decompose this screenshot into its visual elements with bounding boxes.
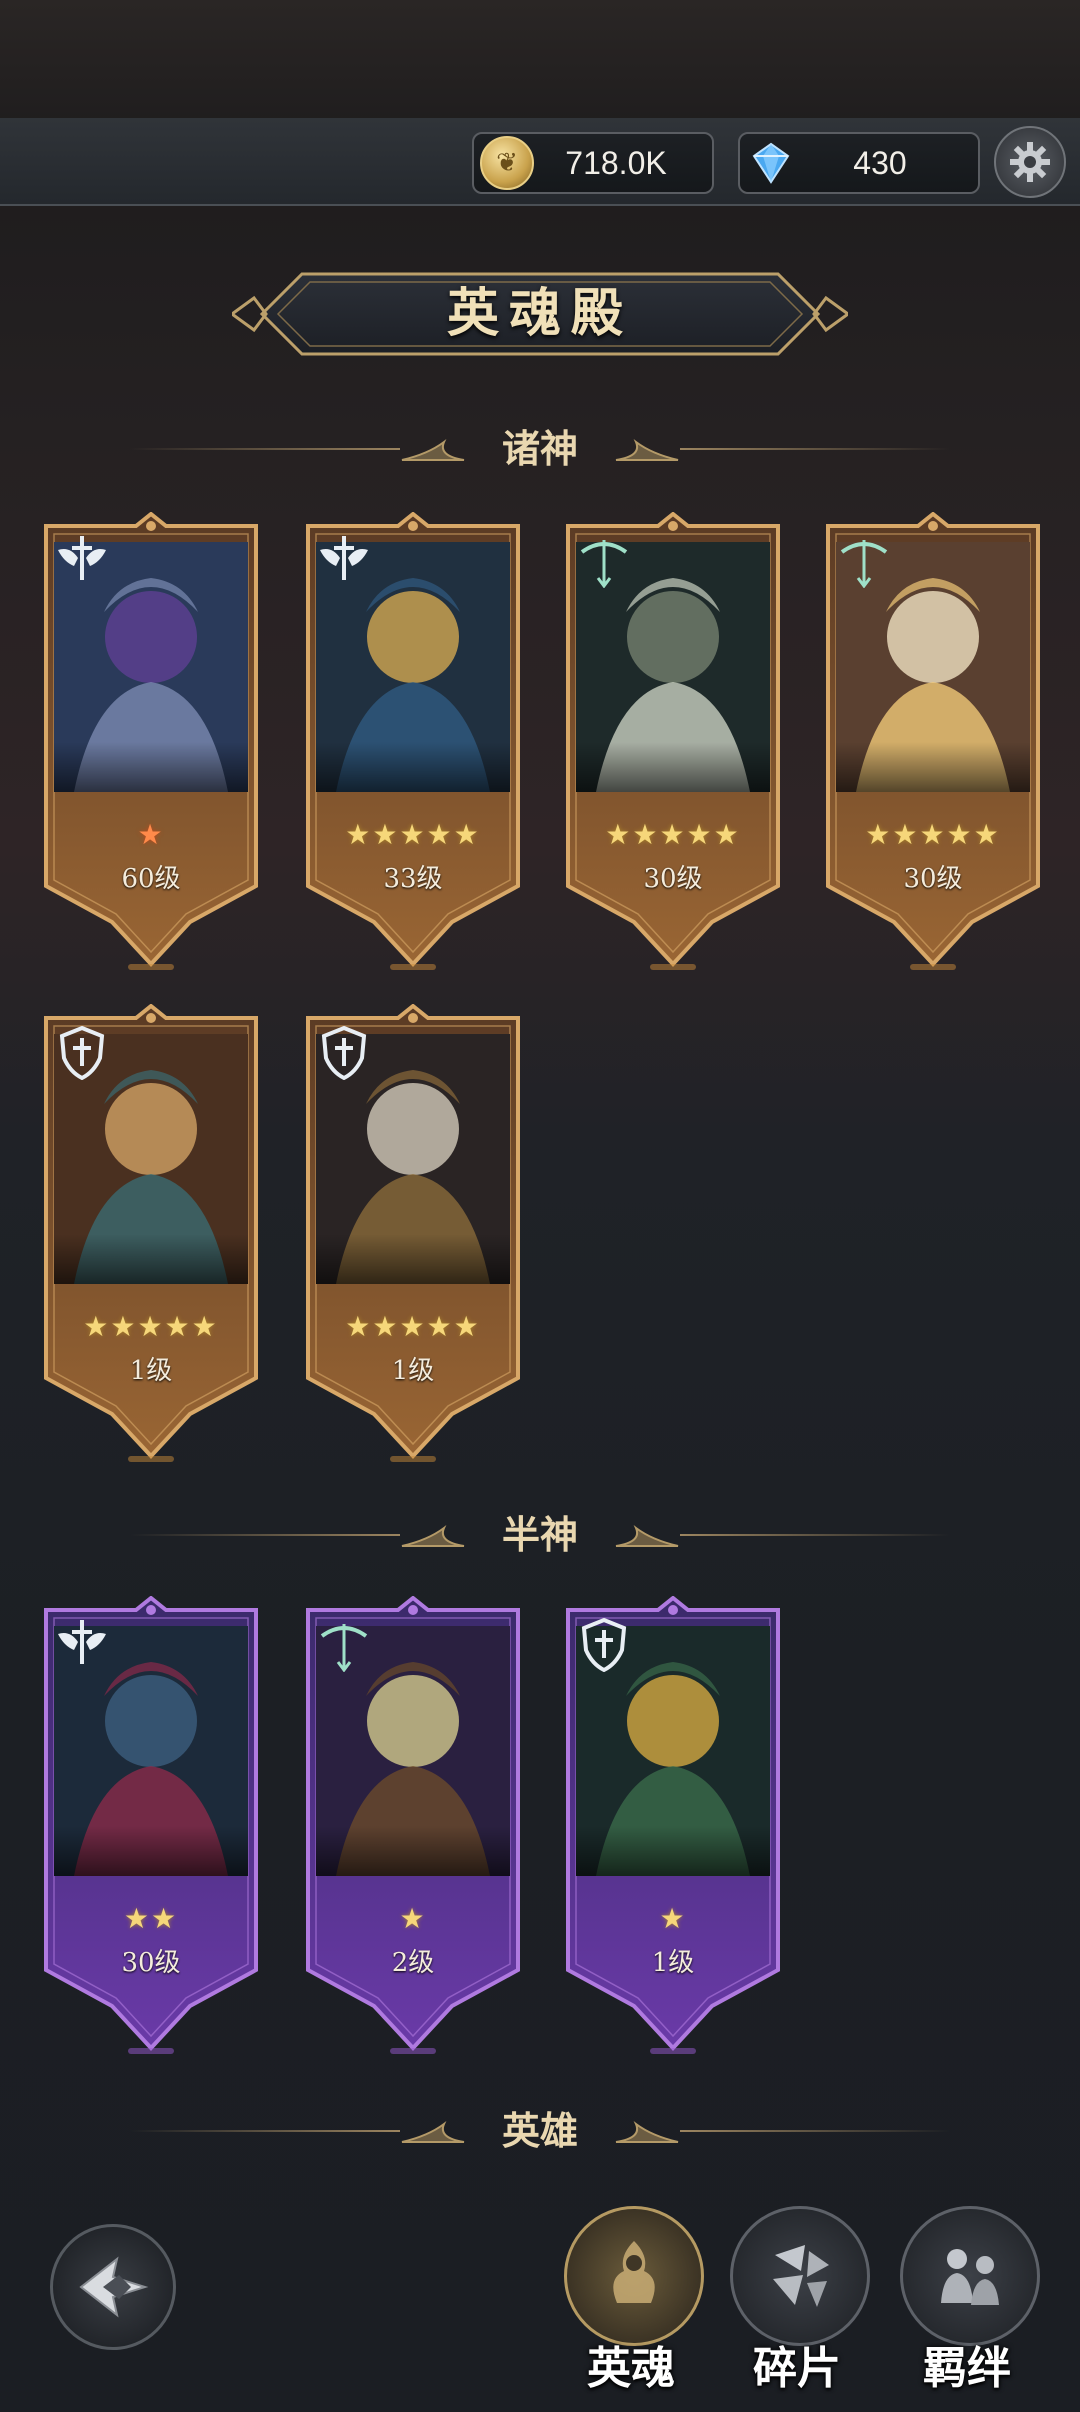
hero-level: 33级 xyxy=(383,864,443,894)
section-header-gods: 诸神 xyxy=(130,424,950,474)
star-rating: ★ xyxy=(399,1902,427,1935)
card-base-glow xyxy=(390,1456,436,1462)
star-rating: ★★★★★ xyxy=(345,818,481,851)
card-base-glow xyxy=(910,964,956,970)
star-rating: ★ xyxy=(137,818,165,851)
hero-card[interactable]: ★★★★★ 1级 xyxy=(302,1004,524,1464)
hero-level: 1级 xyxy=(391,1356,435,1386)
shield-icon xyxy=(581,1617,627,1672)
section-label: 诸神 xyxy=(501,426,578,471)
sword-wings-icon xyxy=(58,536,106,580)
card-base-glow xyxy=(128,964,174,970)
back-button[interactable] xyxy=(50,2224,176,2350)
nav-label: 英魂 xyxy=(587,2343,675,2394)
hero-level: 1级 xyxy=(129,1356,173,1386)
section-header-demigods: 半神 xyxy=(130,1510,950,1560)
gear-icon xyxy=(1010,142,1050,182)
card-base-glow xyxy=(128,2048,174,2054)
card-base-glow xyxy=(650,2048,696,2054)
sword-wings-icon xyxy=(58,1620,106,1664)
page-title-banner: 英魂殿 xyxy=(232,268,848,360)
section-header-heroes: 英雄 xyxy=(130,2106,950,2156)
settings-gear-button[interactable] xyxy=(994,126,1066,198)
coin-counter[interactable]: ❦ 718.0K xyxy=(472,132,714,194)
diamond-icon xyxy=(746,138,796,188)
nav-tab-bonds[interactable]: 羁绊 xyxy=(892,2206,1042,2406)
hero-level: 30级 xyxy=(643,864,703,894)
hero-card[interactable]: ★★★★★ 30级 xyxy=(822,512,1044,972)
nav-tab-hero-soul[interactable]: 英魂 xyxy=(556,2206,706,2406)
hero-card[interactable]: ★★★★★ 30级 xyxy=(562,512,784,972)
gem-value: 430 xyxy=(853,144,907,181)
bonds-icon xyxy=(900,2206,1040,2346)
star-rating: ★★ xyxy=(123,1902,179,1935)
hero-level: 1级 xyxy=(651,1948,695,1978)
hero-level: 60级 xyxy=(121,864,181,894)
hero-card[interactable]: ★ 2级 xyxy=(302,1596,524,2056)
section-label: 英雄 xyxy=(501,2108,578,2153)
bow-icon xyxy=(320,1624,368,1672)
hero-card[interactable]: ★★ 30级 xyxy=(40,1596,262,2056)
star-rating: ★★★★★ xyxy=(83,1310,219,1343)
shield-icon xyxy=(321,1025,367,1080)
card-base-glow xyxy=(390,964,436,970)
nav-label: 羁绊 xyxy=(923,2343,1011,2394)
hero-level: 30级 xyxy=(121,1948,181,1978)
back-arrow-icon xyxy=(79,2256,149,2318)
coin-icon: ❦ xyxy=(480,136,534,190)
sword-wings-icon xyxy=(320,536,368,580)
hero-level: 2级 xyxy=(391,1948,435,1978)
card-base-glow xyxy=(128,1456,174,1462)
star-rating: ★★★★★ xyxy=(865,818,1001,851)
hero-level: 30级 xyxy=(903,864,963,894)
bottom-nav: 英魂 碎片 羁绊 xyxy=(0,2190,1080,2412)
gem-counter[interactable]: 430 xyxy=(738,132,980,194)
nav-tab-fragments[interactable]: 碎片 xyxy=(722,2206,872,2406)
hero-card[interactable]: ★★★★★ 33级 xyxy=(302,512,524,972)
section-label: 半神 xyxy=(501,1512,578,1557)
card-base-glow xyxy=(650,964,696,970)
nav-label: 碎片 xyxy=(753,2343,841,2394)
hero-soul-icon xyxy=(564,2206,704,2346)
bow-icon xyxy=(840,540,888,588)
page-title: 英魂殿 xyxy=(446,283,633,344)
fragments-icon xyxy=(730,2206,870,2346)
hero-card[interactable]: ★★★★★ 1级 xyxy=(40,1004,262,1464)
card-base-glow xyxy=(390,2048,436,2054)
hero-card[interactable]: ★ 60级 xyxy=(40,512,262,972)
star-rating: ★★★★★ xyxy=(345,1310,481,1343)
hero-card[interactable]: ★ 1级 xyxy=(562,1596,784,2056)
bow-icon xyxy=(580,540,628,588)
shield-icon xyxy=(59,1025,105,1080)
star-rating: ★★★★★ xyxy=(605,818,741,851)
resource-bar: ❦ 718.0K 430 xyxy=(0,118,1080,206)
coin-value: 718.0K xyxy=(565,144,667,181)
star-rating: ★ xyxy=(659,1902,687,1935)
